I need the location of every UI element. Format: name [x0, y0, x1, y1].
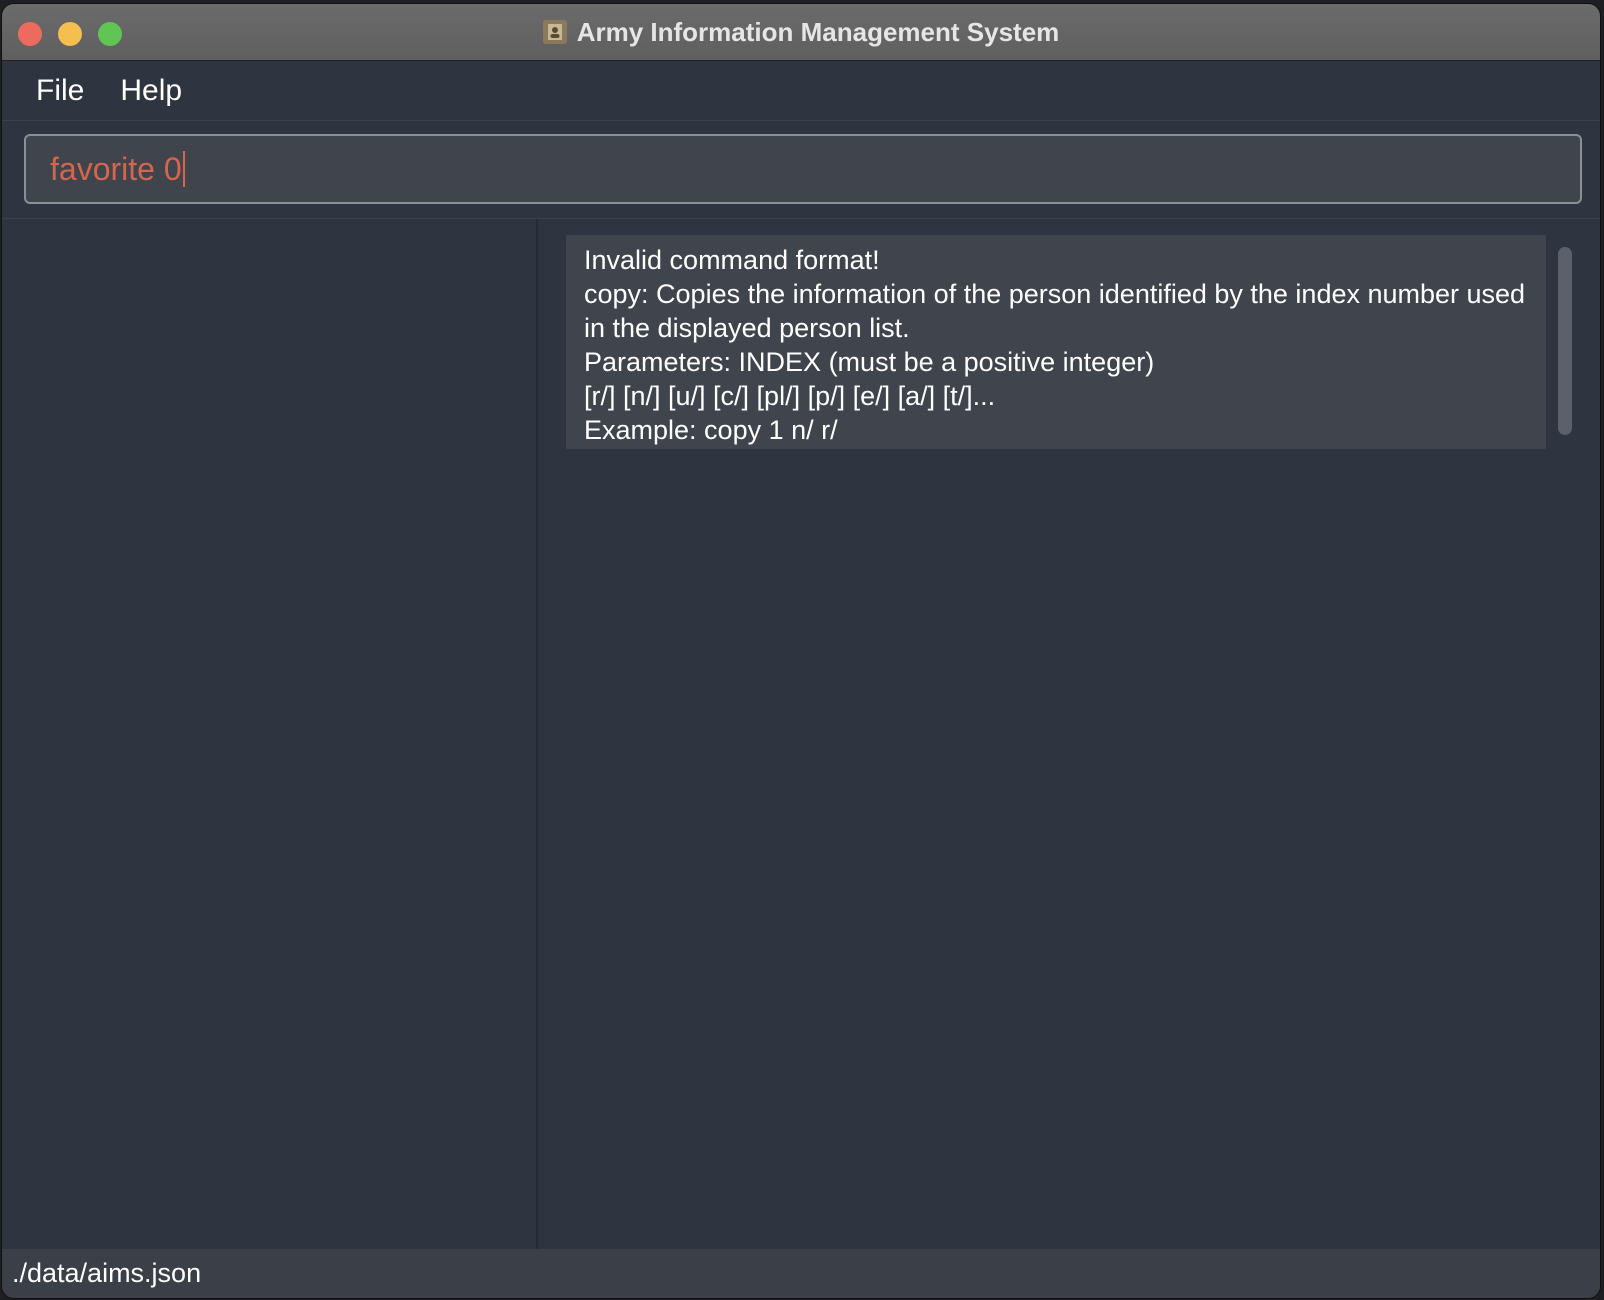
status-bar: ./data/aims.json	[2, 1249, 1600, 1298]
title-bar: Army Information Management System	[2, 4, 1600, 61]
save-file-path: ./data/aims.json	[12, 1258, 202, 1288]
result-line-usage: copy: Copies the information of the pers…	[584, 279, 1526, 343]
result-line-error: Invalid command format!	[584, 245, 880, 275]
contact-book-icon	[542, 20, 567, 44]
menu-help[interactable]: Help	[108, 68, 194, 114]
text-caret	[182, 151, 185, 187]
result-panel: Invalid command format! copy: Copies the…	[538, 219, 1600, 1249]
result-line-example: Example: copy 1 n/ r/	[584, 415, 838, 445]
result-line-prefixes: [r/] [n/] [u/] [c/] [pl/] [p/] [e/] [a/]…	[584, 381, 996, 411]
menu-file[interactable]: File	[24, 68, 96, 114]
result-scrollbar[interactable]	[1558, 247, 1572, 435]
window-title: Army Information Management System	[576, 16, 1060, 47]
window-title-group: Army Information Management System	[2, 4, 1600, 60]
menu-bar: File Help	[2, 61, 1600, 121]
person-list-panel	[2, 219, 538, 1249]
command-input-text: favorite 0	[50, 150, 182, 187]
result-line-parameters: Parameters: INDEX (must be a positive in…	[584, 347, 1155, 377]
command-area: favorite 0	[2, 122, 1600, 219]
app-window: Army Information Management System File …	[2, 4, 1600, 1298]
command-input[interactable]: favorite 0	[24, 134, 1582, 204]
result-display: Invalid command format! copy: Copies the…	[566, 235, 1546, 449]
